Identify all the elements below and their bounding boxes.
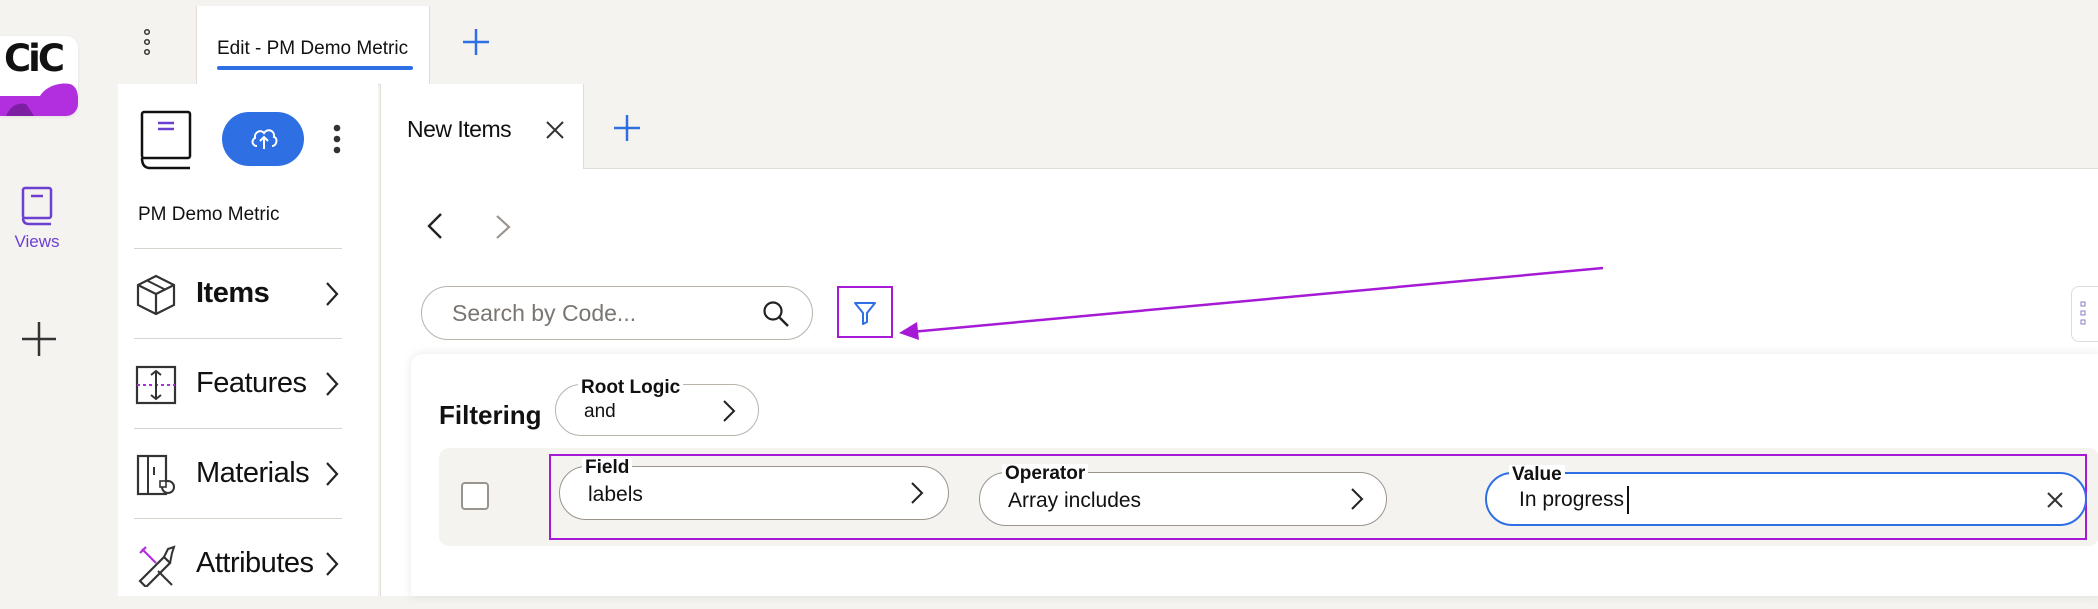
filter-button[interactable]	[837, 286, 893, 338]
sidebar-item-items[interactable]: Items	[134, 248, 342, 339]
logo-shape	[0, 83, 78, 116]
close-icon[interactable]	[545, 120, 565, 140]
chevron-right-icon	[1351, 488, 1364, 510]
app-logo[interactable]: CiC	[0, 36, 78, 116]
view-tab-strip: New Items	[381, 84, 2098, 169]
attributes-icon	[138, 545, 176, 587]
filter-title: Filtering	[439, 400, 542, 430]
operator-label: Operator	[1002, 464, 1089, 483]
chevron-right-icon	[326, 372, 339, 396]
value-input[interactable]	[1517, 487, 2021, 513]
app-rail: CiC Views	[0, 0, 104, 596]
search-box[interactable]	[421, 286, 813, 340]
rail-views-item[interactable]: Views	[8, 186, 66, 252]
book-icon	[21, 186, 53, 226]
filter-rule-row: Field labels Operator Array includes Val…	[439, 448, 2098, 546]
grid-handle-icon	[2080, 301, 2086, 325]
chevron-right-icon	[911, 482, 924, 504]
text-caret	[1627, 486, 1629, 514]
search-input[interactable]	[450, 299, 754, 328]
active-tab-indicator	[217, 66, 413, 70]
field-label: Field	[582, 458, 633, 477]
top-tab-bar: Edit - PM Demo Metric	[118, 0, 2098, 85]
chevron-right-icon	[723, 400, 736, 422]
catalog-book-icon[interactable]	[138, 110, 194, 172]
sidebar-item-attributes[interactable]: Attributes	[134, 518, 342, 609]
side-panel-handle[interactable]	[2071, 286, 2098, 342]
field-select[interactable]: Field labels	[559, 458, 949, 520]
tab-new-items[interactable]: New Items	[381, 84, 584, 169]
add-tab-icon[interactable]	[613, 114, 641, 142]
filter-panel: Filtering Root Logic and Field labels Op…	[411, 354, 2098, 596]
sidebar-item-label: Attributes	[196, 547, 314, 579]
tab-label: New Items	[407, 116, 512, 142]
features-icon	[135, 365, 177, 405]
sidebar-item-label: Items	[196, 277, 270, 309]
chevron-right-icon[interactable]	[495, 214, 511, 240]
cloud-upload-icon	[251, 129, 278, 149]
value-field[interactable]: Value	[1485, 465, 2087, 526]
root-logic-select[interactable]: Root Logic and	[555, 377, 759, 436]
sidebar-item-label: Features	[196, 367, 307, 399]
tab-label: Edit - PM Demo Metric	[217, 38, 409, 59]
more-options-icon[interactable]	[332, 124, 342, 154]
operator-value: Array includes	[1008, 489, 1142, 512]
search-icon[interactable]	[762, 300, 790, 328]
clear-icon[interactable]	[2045, 490, 2065, 510]
rule-checkbox[interactable]	[461, 482, 489, 510]
chevron-right-icon	[326, 462, 339, 486]
chevron-right-icon	[326, 552, 339, 576]
sidebar-item-materials[interactable]: Materials	[134, 428, 342, 519]
root-logic-label: Root Logic	[578, 377, 684, 399]
tab-edit-pm-demo-metric[interactable]: Edit - PM Demo Metric	[196, 6, 430, 84]
vertical-dots-icon[interactable]	[142, 28, 152, 56]
value-label: Value	[1509, 465, 1565, 484]
sidebar-item-features[interactable]: Features	[134, 338, 342, 429]
catalog-title: PM Demo Metric	[138, 204, 280, 225]
chevron-left-icon[interactable]	[427, 212, 443, 240]
main-panel: New Items Search by Code... Filtering Ro…	[380, 84, 2098, 596]
sidebar: PM Demo Metric Items Features Materials …	[118, 84, 378, 596]
root-logic-value: and	[584, 401, 616, 422]
materials-icon	[136, 454, 175, 496]
add-tab-icon[interactable]	[462, 28, 490, 56]
field-value: labels	[588, 483, 643, 506]
filter-funnel-icon	[854, 302, 876, 325]
operator-select[interactable]: Operator Array includes	[979, 464, 1387, 526]
add-view-icon[interactable]	[20, 320, 58, 358]
rail-views-label: Views	[14, 232, 60, 251]
upload-button[interactable]	[222, 112, 304, 166]
sidebar-item-label: Materials	[196, 457, 310, 489]
cube-icon	[136, 274, 176, 316]
logo-text: CiC	[4, 37, 65, 80]
chevron-right-icon	[326, 282, 339, 306]
annotation-arrow-icon	[899, 266, 1604, 340]
